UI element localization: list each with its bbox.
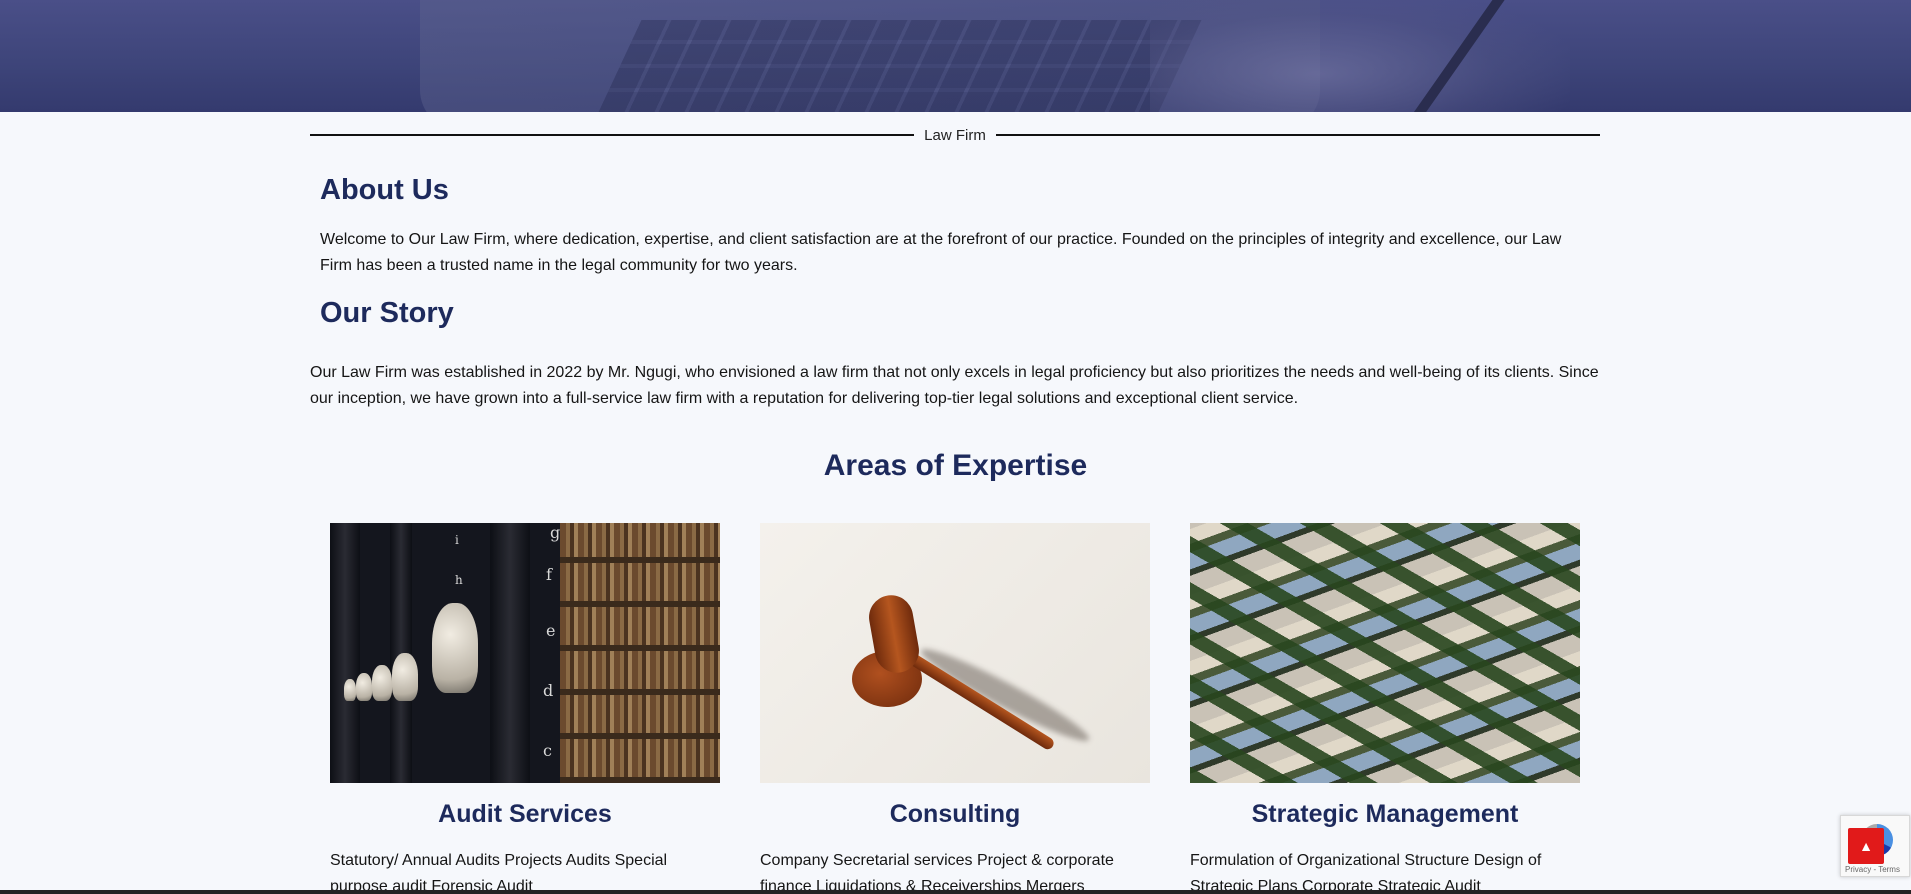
- strategic-management-image: [1190, 523, 1580, 783]
- strategic-management-text: Formulation of Organizational Structure …: [1190, 852, 1542, 894]
- about-heading: About Us: [320, 174, 449, 206]
- hero-hand: [1150, 0, 1570, 112]
- bottom-bar: [0, 890, 1911, 894]
- arrow-up-icon: ▲: [1859, 838, 1873, 854]
- story-text: Our Law Firm was established in 2022 by …: [310, 364, 1599, 407]
- hero-keyboard: [598, 20, 1202, 112]
- hero-banner: [0, 0, 1911, 112]
- consulting-title: Consulting: [889, 800, 1021, 828]
- audit-services-image: g f e d c i h: [330, 523, 720, 783]
- expertise-heading: Areas of Expertise: [823, 449, 1088, 482]
- scroll-to-top-button[interactable]: ▲: [1848, 828, 1884, 864]
- strategic-management-title: Strategic Management: [1251, 800, 1519, 828]
- audit-services-text: Statutory/ Annual Audits Projects Audits…: [330, 852, 668, 894]
- divider-line-right: [995, 134, 1601, 136]
- audit-services-title: Audit Services: [438, 800, 612, 828]
- section-divider: Law Firm: [310, 124, 1601, 146]
- recaptcha-terms[interactable]: Privacy - Terms: [1845, 865, 1900, 874]
- about-text: Welcome to Our Law Firm, where dedicatio…: [320, 231, 1562, 274]
- consulting-image: [760, 523, 1150, 783]
- story-heading: Our Story: [320, 297, 454, 329]
- divider-line-left: [310, 134, 915, 136]
- consulting-text: Company Secretarial services Project & c…: [760, 852, 1114, 894]
- divider-label: Law Firm: [924, 126, 986, 144]
